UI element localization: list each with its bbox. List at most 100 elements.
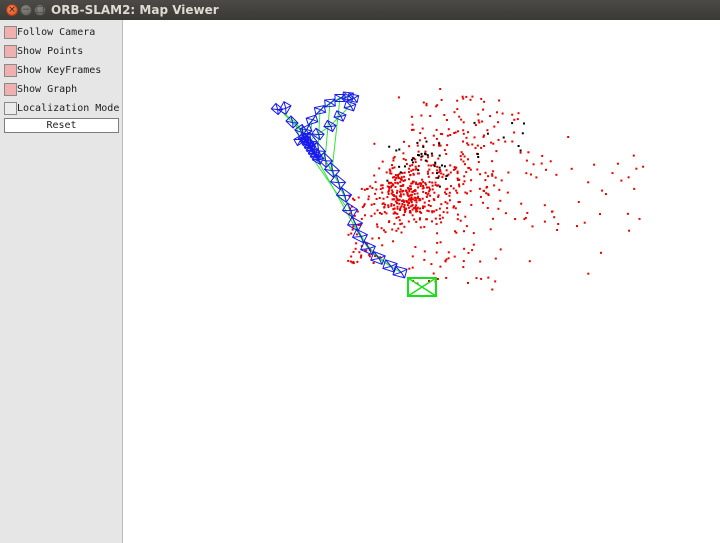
map-point	[441, 216, 444, 219]
map-3d-view[interactable]	[123, 20, 720, 543]
map-point	[493, 125, 496, 128]
map-point	[441, 176, 444, 179]
map-point	[440, 203, 443, 206]
map-point	[407, 206, 410, 209]
map-point	[483, 189, 486, 192]
reference-point	[430, 152, 433, 155]
map-point	[465, 95, 468, 98]
map-point	[367, 195, 370, 198]
map-point	[361, 206, 364, 209]
map-point	[446, 134, 449, 137]
checkbox-box[interactable]	[4, 83, 17, 96]
map-point	[426, 186, 429, 189]
map-point	[408, 167, 411, 170]
map-point	[436, 232, 439, 235]
map-point	[400, 231, 403, 234]
checkbox-box[interactable]	[4, 26, 17, 39]
map-point	[422, 185, 425, 187]
map-point	[462, 160, 465, 163]
reference-point	[425, 140, 428, 143]
map-point	[417, 172, 419, 175]
map-point	[390, 185, 393, 187]
map-point	[384, 203, 386, 206]
reference-point	[388, 145, 391, 148]
map-point	[423, 205, 426, 208]
map-point	[427, 164, 430, 167]
map-point	[463, 230, 465, 233]
map-point	[435, 105, 438, 108]
close-window-button[interactable]: ×	[6, 4, 18, 16]
graph-edge	[311, 149, 361, 237]
map-point	[400, 176, 403, 179]
map-point	[469, 98, 472, 101]
map-point	[439, 144, 442, 147]
map-point	[411, 164, 414, 167]
map-point	[497, 207, 500, 210]
map-point	[415, 220, 418, 223]
map-point	[545, 168, 547, 171]
map-point	[396, 181, 399, 184]
map-point	[483, 134, 485, 137]
map-point	[408, 190, 411, 193]
map-point	[479, 173, 482, 176]
map-point	[605, 193, 607, 196]
minimize-window-button[interactable]: −	[20, 4, 32, 16]
map-point	[401, 203, 404, 205]
map-canvas[interactable]	[123, 20, 720, 543]
map-point	[439, 265, 442, 268]
map-point	[432, 272, 435, 275]
keyframe-edge	[334, 94, 342, 99]
map-point	[430, 164, 433, 167]
map-point	[398, 202, 401, 205]
map-point	[360, 187, 363, 190]
map-point	[387, 193, 390, 195]
map-point	[417, 195, 420, 198]
map-point	[553, 216, 556, 219]
map-point	[376, 225, 379, 228]
map-point	[427, 156, 430, 159]
map-point	[464, 215, 467, 218]
map-point	[434, 217, 437, 220]
map-point	[381, 187, 384, 190]
map-point	[390, 203, 393, 205]
map-point	[399, 181, 402, 184]
map-point	[408, 145, 411, 148]
map-point	[413, 218, 416, 221]
maximize-icon: □	[35, 5, 45, 15]
map-point	[478, 187, 481, 190]
map-point	[467, 281, 469, 284]
map-point	[431, 172, 434, 175]
map-point	[440, 221, 443, 224]
checkbox-box[interactable]	[4, 45, 17, 58]
map-point	[370, 215, 373, 218]
minimize-icon: −	[22, 5, 30, 15]
reset-button[interactable]: Reset	[4, 118, 119, 133]
map-point	[490, 141, 493, 144]
map-point	[392, 212, 395, 215]
map-point	[483, 145, 486, 147]
reference-point	[502, 136, 505, 139]
map-point	[453, 132, 456, 134]
map-point	[396, 189, 399, 192]
map-point	[600, 251, 602, 254]
map-point	[484, 171, 487, 174]
map-point	[456, 177, 459, 180]
map-point	[398, 219, 401, 222]
title-bar: × − □ ORB-SLAM2: Map Viewer	[0, 0, 720, 20]
maximize-window-button[interactable]: □	[34, 4, 46, 16]
map-point	[419, 210, 421, 213]
map-point	[457, 213, 459, 216]
map-point	[446, 144, 449, 147]
reference-point	[433, 165, 436, 168]
checkbox-box[interactable]	[4, 64, 17, 77]
map-point	[422, 101, 425, 104]
map-point	[628, 229, 631, 232]
map-point	[410, 169, 413, 172]
map-point	[461, 153, 464, 156]
map-point	[419, 199, 422, 202]
checkbox-box[interactable]	[4, 102, 17, 115]
map-point	[388, 221, 390, 223]
window-title: ORB-SLAM2: Map Viewer	[51, 3, 219, 17]
map-point	[480, 146, 483, 149]
map-point	[353, 199, 356, 201]
